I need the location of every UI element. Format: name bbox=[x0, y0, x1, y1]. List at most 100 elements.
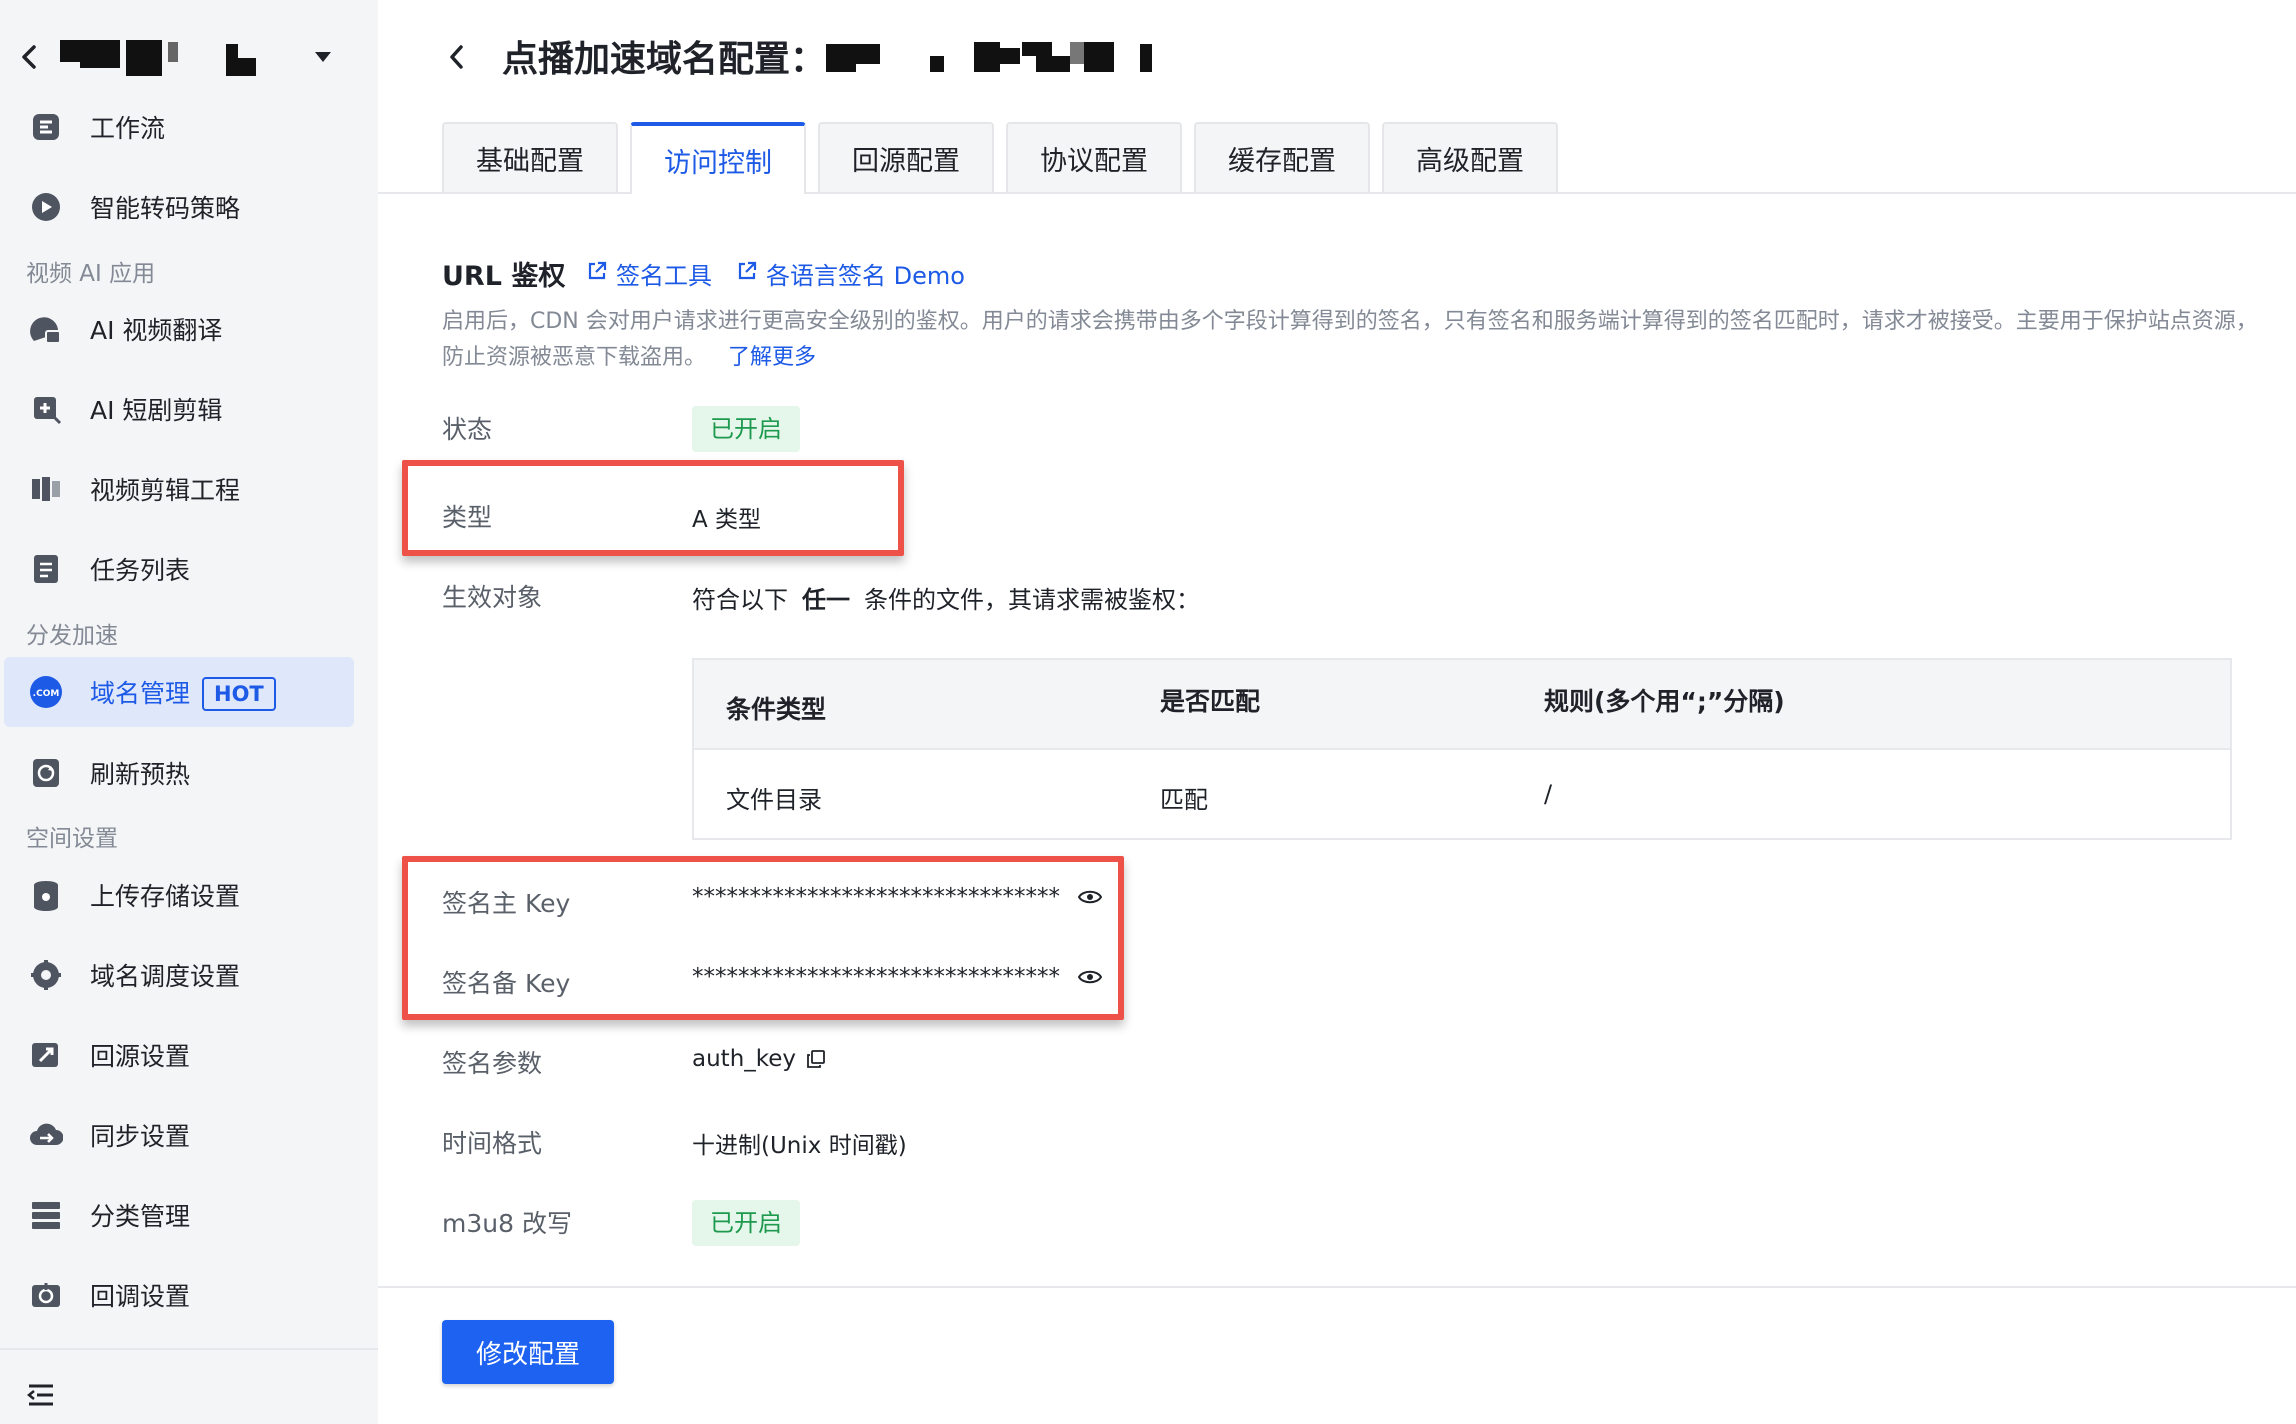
sidebar-item-label: 任务列表 bbox=[90, 556, 191, 585]
footer-divider bbox=[378, 1286, 2296, 1288]
sidebar-item-origin[interactable]: 回源设置 bbox=[0, 1020, 354, 1090]
sidebar-item-video-edit[interactable]: 视频剪辑工程 bbox=[0, 454, 354, 524]
sidebar-item-label: 视频剪辑工程 bbox=[90, 476, 241, 505]
caret-down-icon[interactable] bbox=[310, 46, 336, 68]
col-rule: 规则(多个用“;”分隔) bbox=[1544, 687, 1785, 716]
dispatch-icon bbox=[28, 957, 64, 993]
cell-match: 匹配 bbox=[1160, 786, 1208, 814]
sidebar-item-refresh-preheat[interactable]: 刷新预热 bbox=[0, 738, 354, 808]
sidebar-group-video-ai: 视频 AI 应用 bbox=[26, 261, 156, 287]
category-icon bbox=[28, 1197, 64, 1233]
sidebar-item-domain-dispatch[interactable]: 域名调度设置 bbox=[0, 940, 354, 1010]
main-content: 点播加速域名配置： 基础配置 访问控制 回源配置 协议配置 缓存配置 高级配置 … bbox=[378, 0, 2296, 1424]
sidebar-item-label: 智能转码策略 bbox=[90, 194, 241, 223]
sidebar-item-transcode-strategy[interactable]: 智能转码策略 bbox=[0, 172, 354, 242]
time-format-label: 时间格式 bbox=[442, 1129, 543, 1158]
sidebar-item-label: 分类管理 bbox=[90, 1202, 191, 1231]
collapse-sidebar-icon[interactable] bbox=[24, 1380, 58, 1410]
callback-icon bbox=[28, 1277, 64, 1313]
table-header: 条件类型 是否匹配 规则(多个用“;”分隔) bbox=[694, 660, 2230, 750]
page-title: 点播加速域名配置： bbox=[502, 30, 826, 82]
description-text: 启用后，CDN 会对用户请求进行更高安全级别的鉴权。用户的请求会携带由多个字段计… bbox=[442, 309, 2258, 370]
transcode-strategy-icon bbox=[28, 189, 64, 225]
status-label: 状态 bbox=[442, 415, 493, 444]
sidebar-item-label: AI 短剧剪辑 bbox=[90, 396, 223, 425]
tab-access-control[interactable]: 访问控制 bbox=[630, 122, 806, 194]
sign-tool-label: 签名工具 bbox=[616, 262, 712, 290]
cell-rule: / bbox=[1544, 780, 1553, 808]
workflow-icon bbox=[28, 109, 64, 145]
sidebar-group-space-settings: 空间设置 bbox=[26, 826, 118, 852]
space-switcher[interactable] bbox=[0, 30, 378, 86]
sidebar-item-ai-clip[interactable]: AI 短剧剪辑 bbox=[0, 374, 354, 444]
hot-badge: HOT bbox=[202, 677, 276, 711]
refresh-icon bbox=[28, 755, 64, 791]
cell-condition-type: 文件目录 bbox=[726, 786, 822, 814]
target-prefix: 符合以下 bbox=[692, 586, 788, 614]
task-list-icon bbox=[28, 551, 64, 587]
sidebar-item-workflow[interactable]: 工作流 bbox=[0, 92, 354, 162]
sidebar-item-upload-storage[interactable]: 上传存储设置 bbox=[0, 860, 354, 930]
time-format-value: 十进制(Unix 时间戳) bbox=[692, 1133, 907, 1159]
sidebar-group-distribution: 分发加速 bbox=[26, 623, 118, 649]
m3u8-label: m3u8 改写 bbox=[442, 1209, 572, 1238]
section-description: 启用后，CDN 会对用户请求进行更高安全级别的鉴权。用户的请求会携带由多个字段计… bbox=[442, 304, 2262, 376]
origin-icon bbox=[28, 1037, 64, 1073]
sidebar-item-category[interactable]: 分类管理 bbox=[0, 1180, 354, 1250]
edit-config-button[interactable]: 修改配置 bbox=[442, 1320, 614, 1384]
tab-cache[interactable]: 缓存配置 bbox=[1194, 122, 1370, 192]
tab-advanced[interactable]: 高级配置 bbox=[1382, 122, 1558, 192]
video-edit-icon bbox=[28, 471, 64, 507]
target-suffix: 条件的文件，其请求需被鉴权： bbox=[864, 586, 1200, 614]
param-text: auth_key bbox=[692, 1046, 797, 1072]
sidebar-divider bbox=[0, 1348, 378, 1350]
app-root: 工作流 智能转码策略 视频 AI 应用 AI 视频翻译 AI 短剧剪辑 视频剪辑 bbox=[0, 0, 2296, 1424]
sign-demo-label: 各语言签名 Demo bbox=[766, 262, 965, 290]
sidebar-item-task-list[interactable]: 任务列表 bbox=[0, 534, 354, 604]
target-label: 生效对象 bbox=[442, 583, 543, 612]
sidebar-item-callback[interactable]: 回调设置 bbox=[0, 1260, 354, 1330]
section-title: URL 鉴权 bbox=[442, 261, 566, 292]
col-condition-type: 条件类型 bbox=[726, 695, 827, 724]
col-match: 是否匹配 bbox=[1160, 687, 1261, 716]
learn-more-link[interactable]: 了解更多 bbox=[728, 345, 816, 370]
tab-protocol[interactable]: 协议配置 bbox=[1006, 122, 1182, 192]
param-value: auth_key bbox=[692, 1046, 826, 1072]
target-value: 符合以下 任一 条件的文件，其请求需被鉴权： bbox=[692, 580, 1200, 615]
svg-text:.COM: .COM bbox=[33, 689, 60, 699]
external-link-icon bbox=[586, 260, 608, 288]
sidebar: 工作流 智能转码策略 视频 AI 应用 AI 视频翻译 AI 短剧剪辑 视频剪辑 bbox=[0, 0, 378, 1424]
sign-demo-link[interactable]: 各语言签名 Demo bbox=[736, 256, 965, 291]
copy-icon[interactable] bbox=[806, 1049, 826, 1069]
page-title-text: 点播加速域名配置： bbox=[502, 39, 827, 80]
sidebar-item-label: 同步设置 bbox=[90, 1122, 191, 1151]
tab-basic[interactable]: 基础配置 bbox=[442, 122, 618, 192]
param-label: 签名参数 bbox=[442, 1049, 543, 1078]
tab-origin[interactable]: 回源配置 bbox=[818, 122, 994, 192]
back-icon[interactable] bbox=[442, 40, 472, 74]
condition-table: 条件类型 是否匹配 规则(多个用“;”分隔) 文件目录 匹配 / bbox=[692, 658, 2232, 840]
highlight-box-type bbox=[402, 460, 904, 556]
storage-icon bbox=[28, 877, 64, 913]
external-link-icon bbox=[736, 260, 758, 288]
sync-icon bbox=[28, 1117, 64, 1153]
target-any: 任一 bbox=[802, 586, 850, 614]
sidebar-item-label: 回源设置 bbox=[90, 1042, 191, 1071]
sidebar-item-label: 域名管理 bbox=[90, 679, 191, 708]
m3u8-status-badge: 已开启 bbox=[692, 1200, 800, 1246]
sidebar-item-label: 工作流 bbox=[90, 114, 166, 143]
sidebar-item-label: 域名调度设置 bbox=[90, 962, 241, 991]
sidebar-item-label: AI 视频翻译 bbox=[90, 316, 223, 345]
config-tabs: 基础配置 访问控制 回源配置 协议配置 缓存配置 高级配置 bbox=[442, 122, 1570, 194]
sidebar-item-ai-translate[interactable]: AI 视频翻译 bbox=[0, 294, 354, 364]
sidebar-item-domain-management[interactable]: .COM 域名管理 HOT bbox=[4, 657, 354, 727]
status-badge: 已开启 bbox=[692, 406, 800, 452]
domain-icon: .COM bbox=[28, 674, 64, 710]
sidebar-item-label: 回调设置 bbox=[90, 1282, 191, 1311]
sign-tool-link[interactable]: 签名工具 bbox=[586, 256, 712, 291]
back-icon[interactable] bbox=[12, 40, 46, 74]
sidebar-item-sync[interactable]: 同步设置 bbox=[0, 1100, 354, 1170]
sidebar-item-label: 上传存储设置 bbox=[90, 882, 241, 911]
highlight-box-keys bbox=[402, 856, 1124, 1020]
ai-clip-icon bbox=[28, 391, 64, 427]
